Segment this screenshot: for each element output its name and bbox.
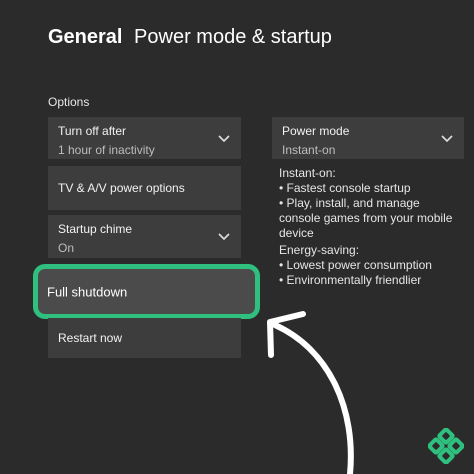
energy-saving-bullet: • Environmentally friendlier [279,273,422,287]
power-mode-dropdown[interactable]: Power mode Instant-on [272,117,464,159]
turn-off-after-label: Turn off after [58,124,127,138]
page-header: General Power mode & startup [48,26,332,49]
full-shutdown-button[interactable]: Full shutdown [33,264,260,319]
instant-on-bullet: • Fastest console startup [279,181,411,195]
tv-av-power-options-button[interactable]: TV & A/V power options [48,166,241,210]
turn-off-after-value: 1 hour of inactivity [58,143,155,157]
restart-now-label: Restart now [58,331,123,345]
power-mode-value: Instant-on [282,143,336,157]
tv-av-power-options-label: TV & A/V power options [58,181,185,195]
startup-chime-label: Startup chime [58,222,133,236]
instant-on-bullet: • Play, install, and manage console game… [279,196,453,240]
turn-off-after-dropdown[interactable]: Turn off after 1 hour of inactivity [48,117,241,159]
header-section-title: General [48,26,123,48]
startup-chime-dropdown[interactable]: Startup chime On [48,215,241,258]
chevron-down-icon [218,135,230,143]
energy-saving-description: Energy-saving: • Lowest power consumptio… [279,243,464,288]
power-mode-label: Power mode [282,124,350,138]
restart-now-button[interactable]: Restart now [48,318,241,358]
instant-on-description: Instant-on: • Fastest console startup • … [279,166,464,241]
energy-saving-bullet: • Lowest power consumption [279,258,432,272]
full-shutdown-label: Full shutdown [47,284,128,299]
chevron-down-icon [218,233,230,241]
instant-on-heading: Instant-on: [279,166,336,180]
header-page-title: Power mode & startup [134,26,332,48]
energy-saving-heading: Energy-saving: [279,243,360,257]
brand-logo-icon [428,428,464,464]
startup-chime-value: On [58,241,75,255]
chevron-down-icon [441,135,453,143]
options-label: Options [48,95,90,109]
